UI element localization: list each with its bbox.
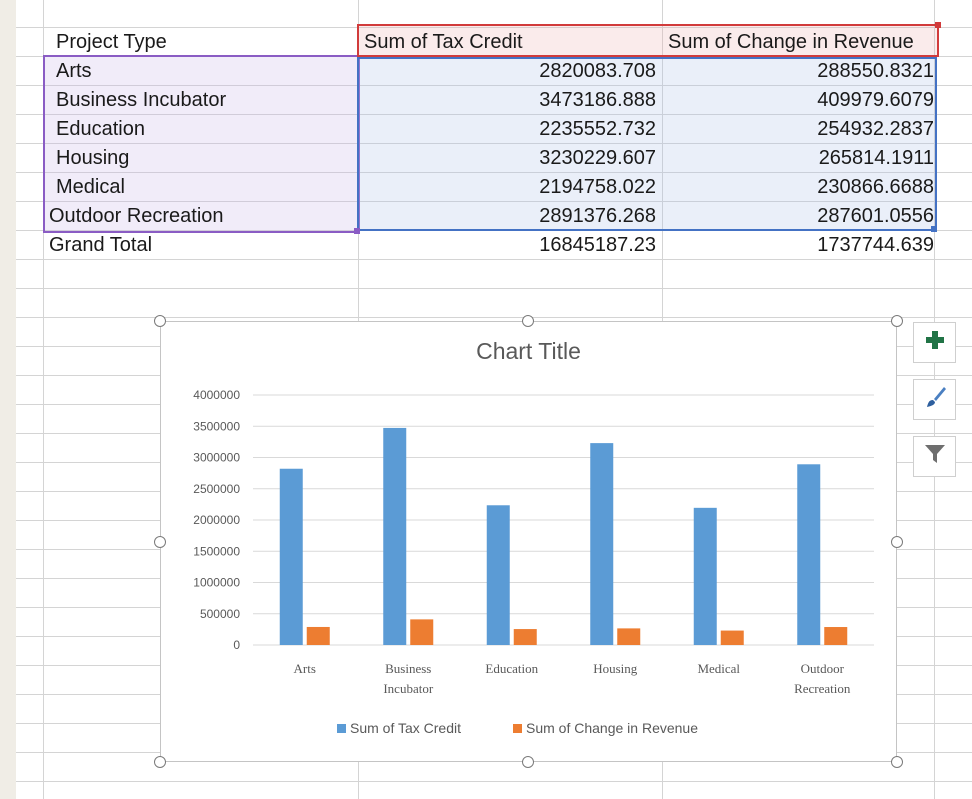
bar [383,427,407,645]
bar [590,443,614,645]
row-change-revenue[interactable]: 265814.1911 [663,144,938,173]
resize-handle-bottom-left[interactable] [154,756,166,768]
y-tick-label: 2000000 [193,513,240,527]
header-tax-credit[interactable]: Sum of Tax Credit [359,28,660,57]
grand-total-change-revenue[interactable]: 1737744.639 [663,231,938,260]
row-label[interactable]: Housing [44,144,354,173]
x-tick-label-line: Medical [697,661,740,676]
y-tick-label: 3500000 [193,419,240,433]
resize-handle-left[interactable] [154,536,166,548]
bar [720,630,744,645]
row-tax-credit[interactable]: 2820083.708 [359,57,660,86]
resize-handle-top[interactable] [522,315,534,327]
bar [693,507,717,645]
resize-handle-bottom-right[interactable] [891,756,903,768]
y-tick-label: 500000 [200,607,240,621]
legend-label: Sum of Change in Revenue [526,720,698,736]
row-label[interactable]: Medical [44,173,354,202]
resize-handle-right[interactable] [891,536,903,548]
bar [306,626,330,645]
row-tax-credit[interactable]: 3230229.607 [359,144,660,173]
y-tick-label: 0 [233,638,240,652]
y-tick-label: 2500000 [193,482,240,496]
x-tick-label-line: Business [385,661,431,676]
legend-swatch [513,724,522,733]
brush-icon [922,384,948,415]
row-tax-credit[interactable]: 2194758.022 [359,173,660,202]
resize-handle-top-left[interactable] [154,315,166,327]
row-label[interactable]: Education [44,115,354,144]
y-tick-label: 4000000 [193,388,240,402]
y-tick-label: 1500000 [193,544,240,558]
y-tick-label: 1000000 [193,576,240,590]
row-tax-credit[interactable]: 2235552.732 [359,115,660,144]
row-change-revenue[interactable]: 287601.0556 [663,202,938,231]
row-change-revenue[interactable]: 409979.6079 [663,86,938,115]
bar [486,505,510,645]
row-label[interactable]: Arts [44,57,354,86]
row-change-revenue[interactable]: 288550.8321 [663,57,938,86]
bar [513,629,537,645]
x-tick-label: Outdoor Recreation [794,661,851,696]
chart-elements-button[interactable] [913,322,956,363]
resize-handle-top-right[interactable] [891,315,903,327]
row-change-revenue[interactable]: 254932.2837 [663,115,938,144]
legend-label: Sum of Tax Credit [350,720,461,736]
row-tax-credit[interactable]: 2891376.268 [359,202,660,231]
plus-icon [924,329,946,356]
chart-filters-button[interactable] [913,436,956,477]
x-tick-label-line: Arts [294,661,316,676]
x-tick-label: Housing [593,661,638,676]
grand-total-tax-credit[interactable]: 16845187.23 [359,231,660,260]
row-label[interactable]: Outdoor Recreation [44,202,354,231]
header-project-type[interactable]: Project Type [44,28,354,57]
x-tick-label: Business Incubator [383,661,433,696]
x-tick-label: Medical [697,661,740,676]
chart-styles-button[interactable] [913,379,956,420]
bar [279,468,303,645]
resize-handle-bottom[interactable] [522,756,534,768]
grand-total-label[interactable]: Grand Total [44,231,354,260]
bar [824,627,848,645]
x-tick-label-line: Outdoor [801,661,845,676]
y-tick-label: 3000000 [193,451,240,465]
x-tick-label-line: Education [485,661,538,676]
x-tick-label-line: Recreation [794,681,851,696]
legend-swatch [337,724,346,733]
row-tax-credit[interactable]: 3473186.888 [359,86,660,115]
column-chart: 0 500000 1000000 1500000 2000000 2500000 30000… [193,388,874,736]
x-tick-label-line: Housing [593,661,638,676]
chart-area[interactable]: Chart Title 0 500000 1000000 1500000 2000000… [160,321,897,762]
x-tick-label-line: Incubator [383,681,433,696]
header-change-revenue[interactable]: Sum of Change in Revenue [663,28,938,57]
bar [797,464,821,645]
bar [410,619,434,645]
row-label[interactable]: Business Incubator [44,86,354,115]
filter-icon [923,442,947,471]
x-tick-label: Education [485,661,538,676]
row-change-revenue[interactable]: 230866.6688 [663,173,938,202]
x-tick-label: Arts [294,661,316,676]
bar [617,628,641,645]
